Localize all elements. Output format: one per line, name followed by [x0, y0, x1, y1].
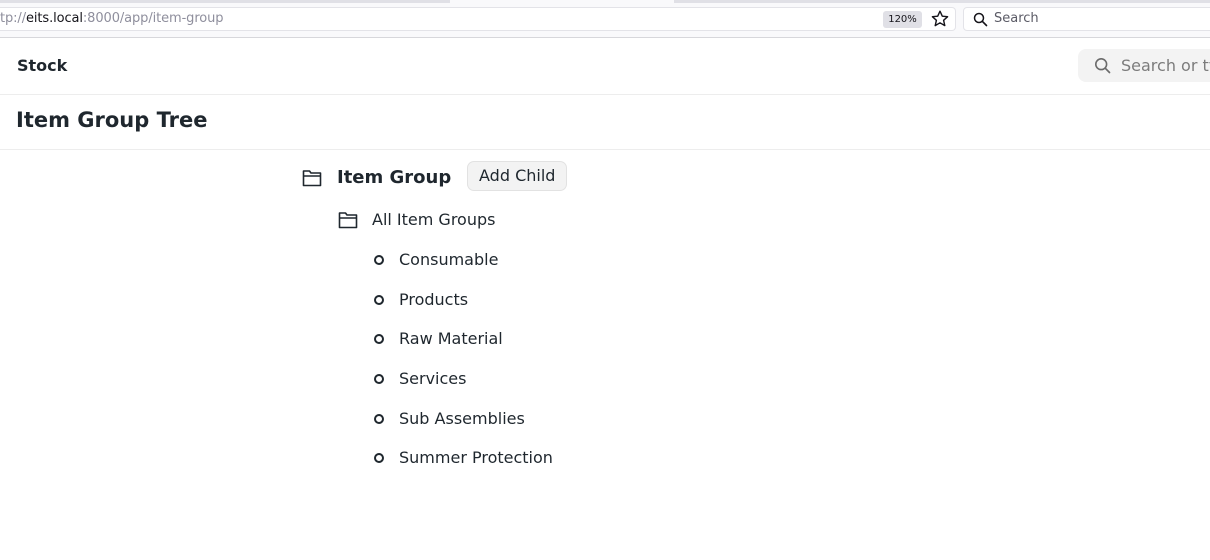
bookmark-star-icon[interactable]: [930, 9, 950, 29]
active-tab[interactable]: [450, 0, 674, 3]
zoom-level-badge[interactable]: 120%: [883, 11, 922, 28]
browser-toolbar: tp://eits.local:8000/app/item-group 120%…: [0, 0, 1210, 38]
awesome-search-placeholder: Search or ty: [1121, 56, 1210, 75]
url-text[interactable]: tp://eits.local:8000/app/item-group: [0, 11, 224, 26]
circle-dot-icon: [374, 413, 384, 424]
url-path: :8000/app/item-group: [82, 11, 224, 26]
page-title: Item Group Tree: [16, 108, 208, 132]
tree-leaf-node[interactable]: Consumable: [374, 250, 498, 269]
breadcrumb-stock[interactable]: Stock: [17, 56, 67, 75]
tree-leaf-label[interactable]: Services: [399, 369, 466, 388]
tree-group-node[interactable]: All Item Groups: [337, 208, 495, 230]
circle-dot-icon: [374, 254, 384, 265]
tree-leaf-node[interactable]: Services: [374, 369, 466, 388]
browser-search-placeholder: Search: [994, 11, 1039, 26]
tree-leaf-node[interactable]: Raw Material: [374, 329, 503, 348]
app-navbar: Stock Search or ty: [0, 38, 1210, 95]
search-icon: [973, 12, 988, 27]
url-scheme: tp://: [0, 11, 26, 26]
tree-root-label[interactable]: Item Group: [337, 167, 451, 188]
tree-leaf-node[interactable]: Summer Protection: [374, 448, 553, 467]
circle-dot-icon: [374, 373, 384, 384]
url-bar[interactable]: tp://eits.local:8000/app/item-group 120%: [0, 7, 956, 31]
search-icon: [1094, 57, 1111, 74]
url-host: eits.local: [26, 11, 83, 26]
tree-leaf-node[interactable]: Sub Assemblies: [374, 409, 525, 428]
tree-leaf-label[interactable]: Products: [399, 290, 468, 309]
awesome-search-bar[interactable]: Search or ty: [1078, 49, 1210, 82]
tree-root-node[interactable]: Item Group: [301, 166, 451, 188]
add-child-button[interactable]: Add Child: [467, 161, 568, 191]
circle-dot-icon: [374, 333, 384, 344]
item-group-tree: Item Group Add Child All Item Groups Con…: [0, 150, 1210, 560]
tree-leaf-label[interactable]: Consumable: [399, 250, 498, 269]
tree-leaf-label[interactable]: Sub Assemblies: [399, 409, 525, 428]
browser-search-box[interactable]: Search: [963, 7, 1210, 31]
page-head: Item Group Tree: [0, 95, 1210, 150]
tree-leaf-node[interactable]: Products: [374, 290, 468, 309]
tree-leaf-label[interactable]: Raw Material: [399, 329, 503, 348]
circle-dot-icon: [374, 294, 384, 305]
tab-strip: [0, 0, 1210, 3]
tree-group-label[interactable]: All Item Groups: [372, 210, 495, 229]
tree-leaf-label[interactable]: Summer Protection: [399, 448, 553, 467]
folder-open-icon[interactable]: [337, 208, 359, 230]
circle-dot-icon: [374, 452, 384, 463]
folder-open-icon[interactable]: [301, 166, 323, 188]
